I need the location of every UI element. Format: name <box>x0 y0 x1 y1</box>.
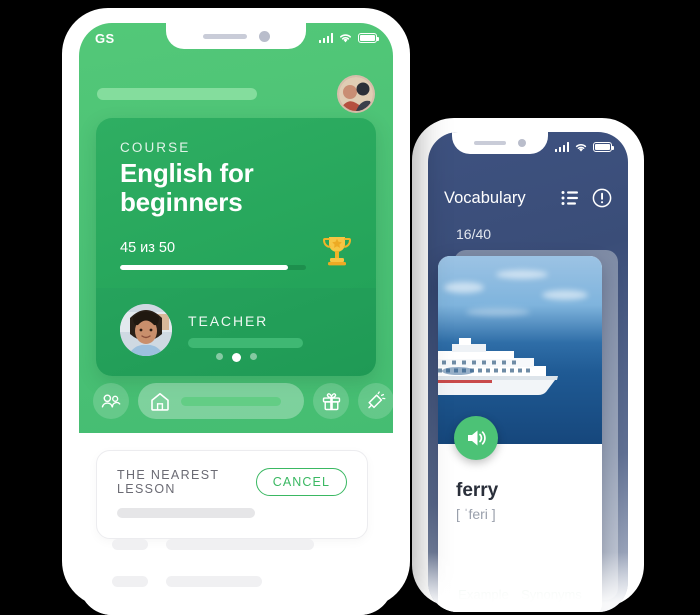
skeleton-long <box>166 539 314 550</box>
tab-home[interactable] <box>138 383 304 419</box>
course-progress-fill <box>120 265 288 271</box>
course-card[interactable]: COURSE English for beginners 45 из 50 TE… <box>96 118 376 377</box>
user-avatar[interactable] <box>337 75 375 113</box>
course-progress-group: 45 из 50 <box>120 240 312 271</box>
phone-device-course: GS COURSE English for beginners 45 из 50… <box>62 8 410 615</box>
megaphone-icon <box>368 391 386 409</box>
phone2-system-icons <box>554 142 615 153</box>
phone1-screen: GS COURSE English for beginners 45 из 50… <box>79 23 393 615</box>
list-icon[interactable] <box>561 190 579 206</box>
lesson-card-row: THE NEAREST LESSON CANCEL <box>117 468 347 496</box>
course-progress-row: 45 из 50 <box>120 234 352 272</box>
speaker-icon <box>468 430 486 446</box>
avatar-photo <box>339 77 373 111</box>
vocabulary-card[interactable]: ferry [ ˈferi ] Example Synonyms <box>438 256 602 612</box>
lesson-detail-placeholder <box>117 508 255 518</box>
list-item <box>112 576 262 587</box>
tab-megaphone[interactable] <box>358 383 393 419</box>
ferry-ship-photo <box>438 256 602 444</box>
screenshot-stage: Vocabulary 16/40 ferry [ˈferi] Example… <box>0 0 700 615</box>
earpiece-speaker <box>202 33 247 39</box>
vocabulary-word: ferry <box>456 480 499 501</box>
gift-icon <box>322 392 340 410</box>
front-camera <box>518 139 526 147</box>
list-item <box>112 539 314 550</box>
ferry-vessel <box>438 338 558 395</box>
tab-example[interactable]: Example <box>458 587 509 602</box>
tab-synonyms[interactable]: Synonyms <box>521 587 582 602</box>
earpiece-speaker <box>474 141 506 145</box>
wifi-icon <box>575 143 587 152</box>
teacher-meta: TEACHER <box>188 313 352 348</box>
app-logo: GS <box>95 30 115 46</box>
page-title: Vocabulary <box>444 188 526 207</box>
header-placeholder-bar <box>97 88 257 100</box>
course-title: English for beginners <box>120 158 254 217</box>
lesson-card-title: THE NEAREST LESSON <box>117 468 220 496</box>
teacher-section[interactable]: TEACHER <box>96 288 376 377</box>
bottom-tab-bar <box>93 383 393 419</box>
phone2-notch <box>452 132 548 154</box>
phone1-system-icons <box>318 32 380 44</box>
front-camera <box>258 30 270 42</box>
pagination-dot-2[interactable] <box>231 353 241 362</box>
phone2-screen: Vocabulary 16/40 ferry [ˈferi] Example… <box>428 132 628 612</box>
audio-play-button[interactable] <box>454 416 498 460</box>
skeleton-short <box>112 576 148 587</box>
vocabulary-detail-tabs: Example Synonyms <box>438 572 602 612</box>
battery-icon <box>593 142 615 152</box>
teacher-photo <box>120 304 172 357</box>
home-icon <box>151 392 169 411</box>
signal-icon <box>318 33 333 43</box>
course-progress-label: 45 из 50 <box>120 240 176 257</box>
signal-icon <box>554 142 569 152</box>
phone-device-vocabulary: Vocabulary 16/40 ferry [ˈferi] Example… <box>412 118 644 612</box>
course-kicker: COURSE <box>120 140 191 155</box>
vocabulary-phonetic: [ ˈferi ] <box>456 506 496 522</box>
pagination-dot-1[interactable] <box>215 353 223 360</box>
carousel-pagination <box>96 353 376 362</box>
vocabulary-counter: 16/40 <box>456 226 492 242</box>
pagination-dot-3[interactable] <box>249 353 257 360</box>
vocabulary-card-stack: ferry [ ˈferi ] Example Synonyms <box>438 250 618 612</box>
exclamation-circle-icon[interactable] <box>592 188 612 208</box>
course-progress-track <box>120 265 307 271</box>
header-row <box>97 75 375 113</box>
phone1-notch <box>166 23 306 49</box>
nearest-lesson-card: THE NEAREST LESSON CANCEL <box>96 450 368 539</box>
skeleton-short <box>112 539 148 550</box>
people-icon <box>101 394 121 408</box>
course-card-top: COURSE English for beginners 45 из 50 <box>96 118 376 289</box>
tab-people[interactable] <box>93 383 129 419</box>
cancel-button[interactable]: CANCEL <box>255 468 347 496</box>
phone1-content-area: THE NEAREST LESSON CANCEL <box>79 433 393 615</box>
teacher-name-placeholder <box>188 337 303 348</box>
tab-gift[interactable] <box>313 383 349 419</box>
wifi-icon <box>339 34 352 43</box>
header-actions <box>561 188 612 208</box>
skeleton-long <box>166 576 262 587</box>
home-tab-placeholder <box>181 396 281 406</box>
teacher-avatar <box>120 304 172 357</box>
trophy-icon <box>322 234 352 272</box>
teacher-label: TEACHER <box>188 312 269 329</box>
battery-icon <box>358 33 380 43</box>
vocabulary-header: Vocabulary <box>428 188 628 208</box>
